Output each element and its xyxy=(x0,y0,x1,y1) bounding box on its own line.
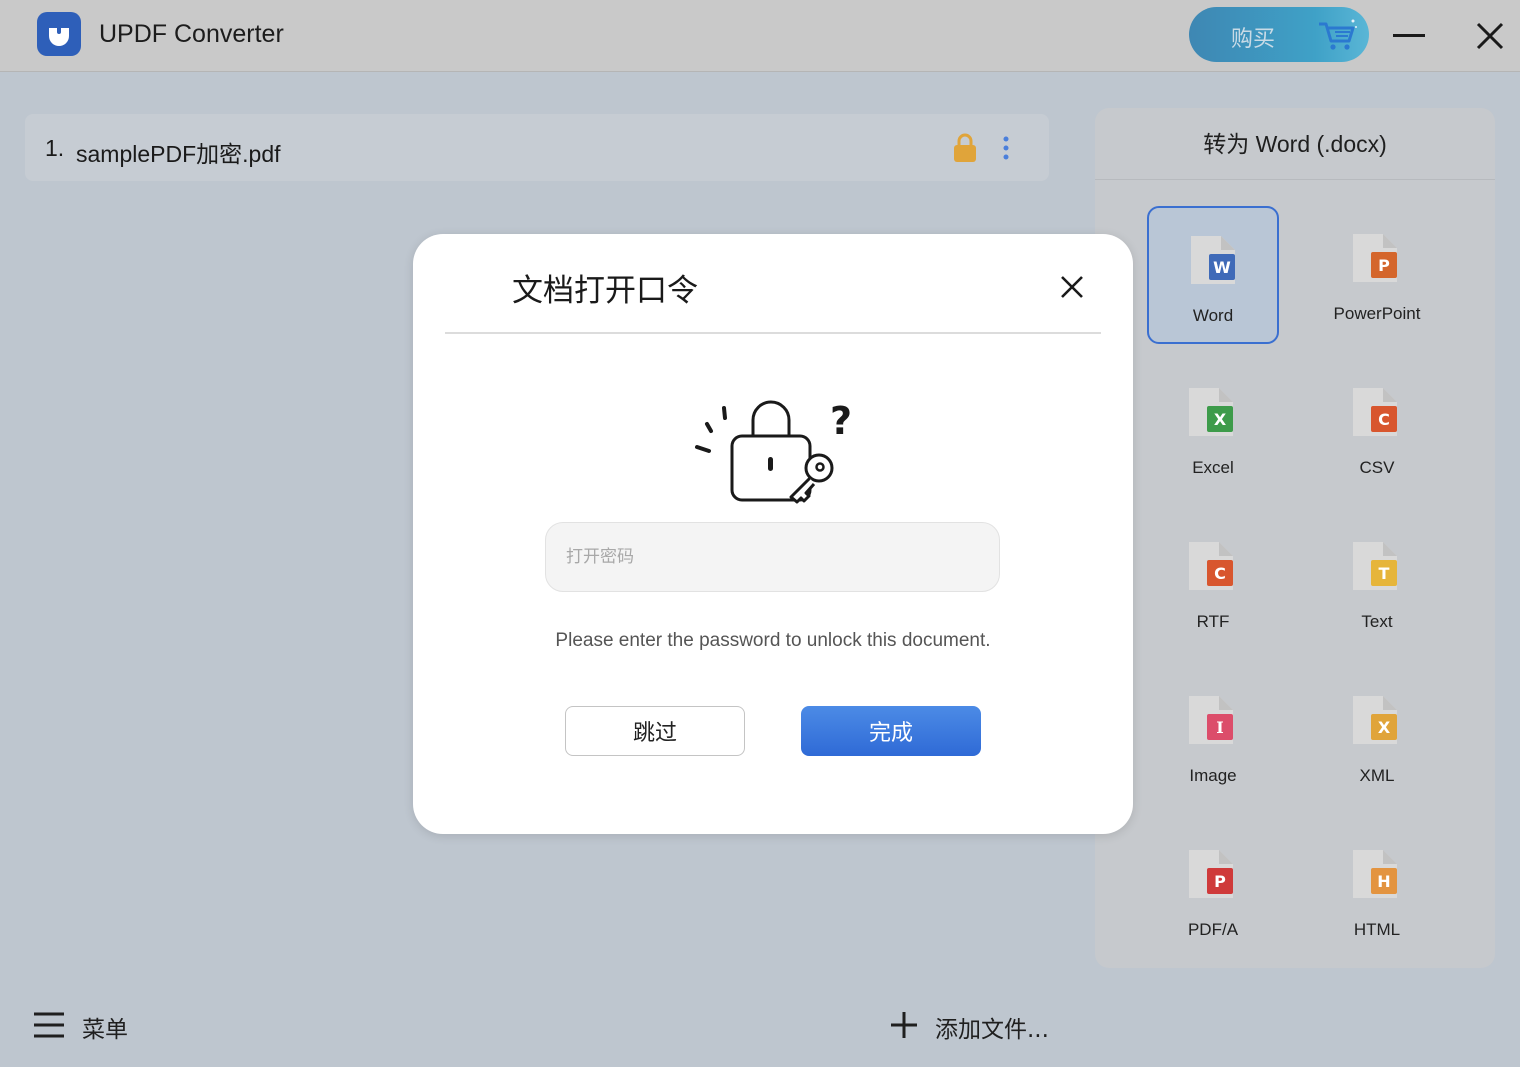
svg-text:P: P xyxy=(1214,872,1226,891)
dialog-divider xyxy=(445,332,1101,334)
format-label: PowerPoint xyxy=(1333,304,1421,323)
svg-text:X: X xyxy=(1214,410,1227,429)
file-name: samplePDF加密.pdf xyxy=(76,141,281,167)
pdfa-file-icon: P xyxy=(1185,846,1241,907)
file-index: 1. xyxy=(45,135,65,161)
menu-button[interactable]: 菜单 xyxy=(33,1008,153,1045)
plus-icon xyxy=(890,1010,918,1045)
format-powerpoint[interactable]: P PowerPoint xyxy=(1311,206,1443,344)
updf-logo-icon xyxy=(37,12,81,56)
word-file-icon: W xyxy=(1187,232,1243,293)
format-label: CSV xyxy=(1359,458,1395,477)
html-file-icon: H xyxy=(1349,846,1405,907)
done-button[interactable]: 完成 xyxy=(801,706,981,756)
format-label: Image xyxy=(1189,766,1237,785)
dialog-close-button[interactable] xyxy=(1057,272,1087,302)
add-file-label: 添加文件... xyxy=(935,1017,1049,1043)
more-options-icon[interactable] xyxy=(1000,134,1012,167)
add-file-button[interactable]: 添加文件... xyxy=(890,1008,1060,1045)
svg-text:H: H xyxy=(1377,872,1390,891)
powerpoint-file-icon: P xyxy=(1349,230,1405,291)
format-xml[interactable]: X XML xyxy=(1311,668,1443,806)
dialog-title: 文档打开口令 xyxy=(512,273,698,309)
excel-file-icon: X xyxy=(1185,384,1241,445)
hamburger-menu-icon xyxy=(33,1010,65,1045)
skip-button[interactable]: 跳过 xyxy=(565,706,745,756)
lock-icon[interactable] xyxy=(952,133,978,168)
format-csv[interactable]: C CSV xyxy=(1311,360,1443,498)
password-dialog: 文档打开口令 ? Please enter the password to un… xyxy=(413,234,1133,834)
buy-button[interactable]: 购买 xyxy=(1189,7,1369,62)
password-input[interactable] xyxy=(545,522,1000,592)
format-rtf[interactable]: C RTF xyxy=(1147,514,1279,652)
format-html[interactable]: H HTML xyxy=(1311,822,1443,960)
rtf-file-icon: C xyxy=(1185,538,1241,599)
cart-icon xyxy=(1317,17,1359,58)
svg-text:X: X xyxy=(1378,718,1391,737)
menu-label: 菜单 xyxy=(82,1017,128,1043)
close-window-button[interactable] xyxy=(1470,16,1510,56)
close-icon xyxy=(1061,276,1083,298)
format-image[interactable]: I Image xyxy=(1147,668,1279,806)
file-list-item[interactable]: 1. samplePDF加密.pdf xyxy=(25,114,1049,181)
format-label: HTML xyxy=(1353,920,1401,939)
title-bar: UPDF Converter 购买 xyxy=(0,0,1520,72)
panel-title: 转为 Word (.docx) xyxy=(1095,108,1495,180)
lock-key-illustration-icon: ? xyxy=(691,394,861,509)
format-panel: 转为 Word (.docx) W Word P PowerPoint X Ex… xyxy=(1095,108,1495,968)
svg-text:W: W xyxy=(1213,258,1231,277)
format-label: Text xyxy=(1361,612,1393,631)
format-label: PDF/A xyxy=(1187,920,1239,939)
xml-file-icon: X xyxy=(1349,692,1405,753)
svg-text:?: ? xyxy=(830,399,852,443)
buy-label: 购买 xyxy=(1231,27,1276,52)
dialog-hint: Please enter the password to unlock this… xyxy=(555,630,991,651)
format-excel[interactable]: X Excel xyxy=(1147,360,1279,498)
format-label: RTF xyxy=(1196,612,1230,631)
svg-text:T: T xyxy=(1379,564,1390,583)
svg-text:I: I xyxy=(1216,718,1223,737)
format-label: Word xyxy=(1192,306,1234,325)
close-icon xyxy=(1476,22,1504,50)
csv-file-icon: C xyxy=(1349,384,1405,445)
format-label: Excel xyxy=(1192,458,1234,477)
svg-text:C: C xyxy=(1214,564,1226,583)
format-word[interactable]: W Word xyxy=(1147,206,1279,344)
text-file-icon: T xyxy=(1349,538,1405,599)
minimize-button[interactable] xyxy=(1390,18,1428,54)
svg-text:P: P xyxy=(1378,256,1390,275)
format-label: XML xyxy=(1359,766,1395,785)
svg-text:C: C xyxy=(1378,410,1390,429)
format-text[interactable]: T Text xyxy=(1311,514,1443,652)
app-title: UPDF Converter xyxy=(99,20,284,48)
image-file-icon: I xyxy=(1185,692,1241,753)
format-pdfa[interactable]: P PDF/A xyxy=(1147,822,1279,960)
